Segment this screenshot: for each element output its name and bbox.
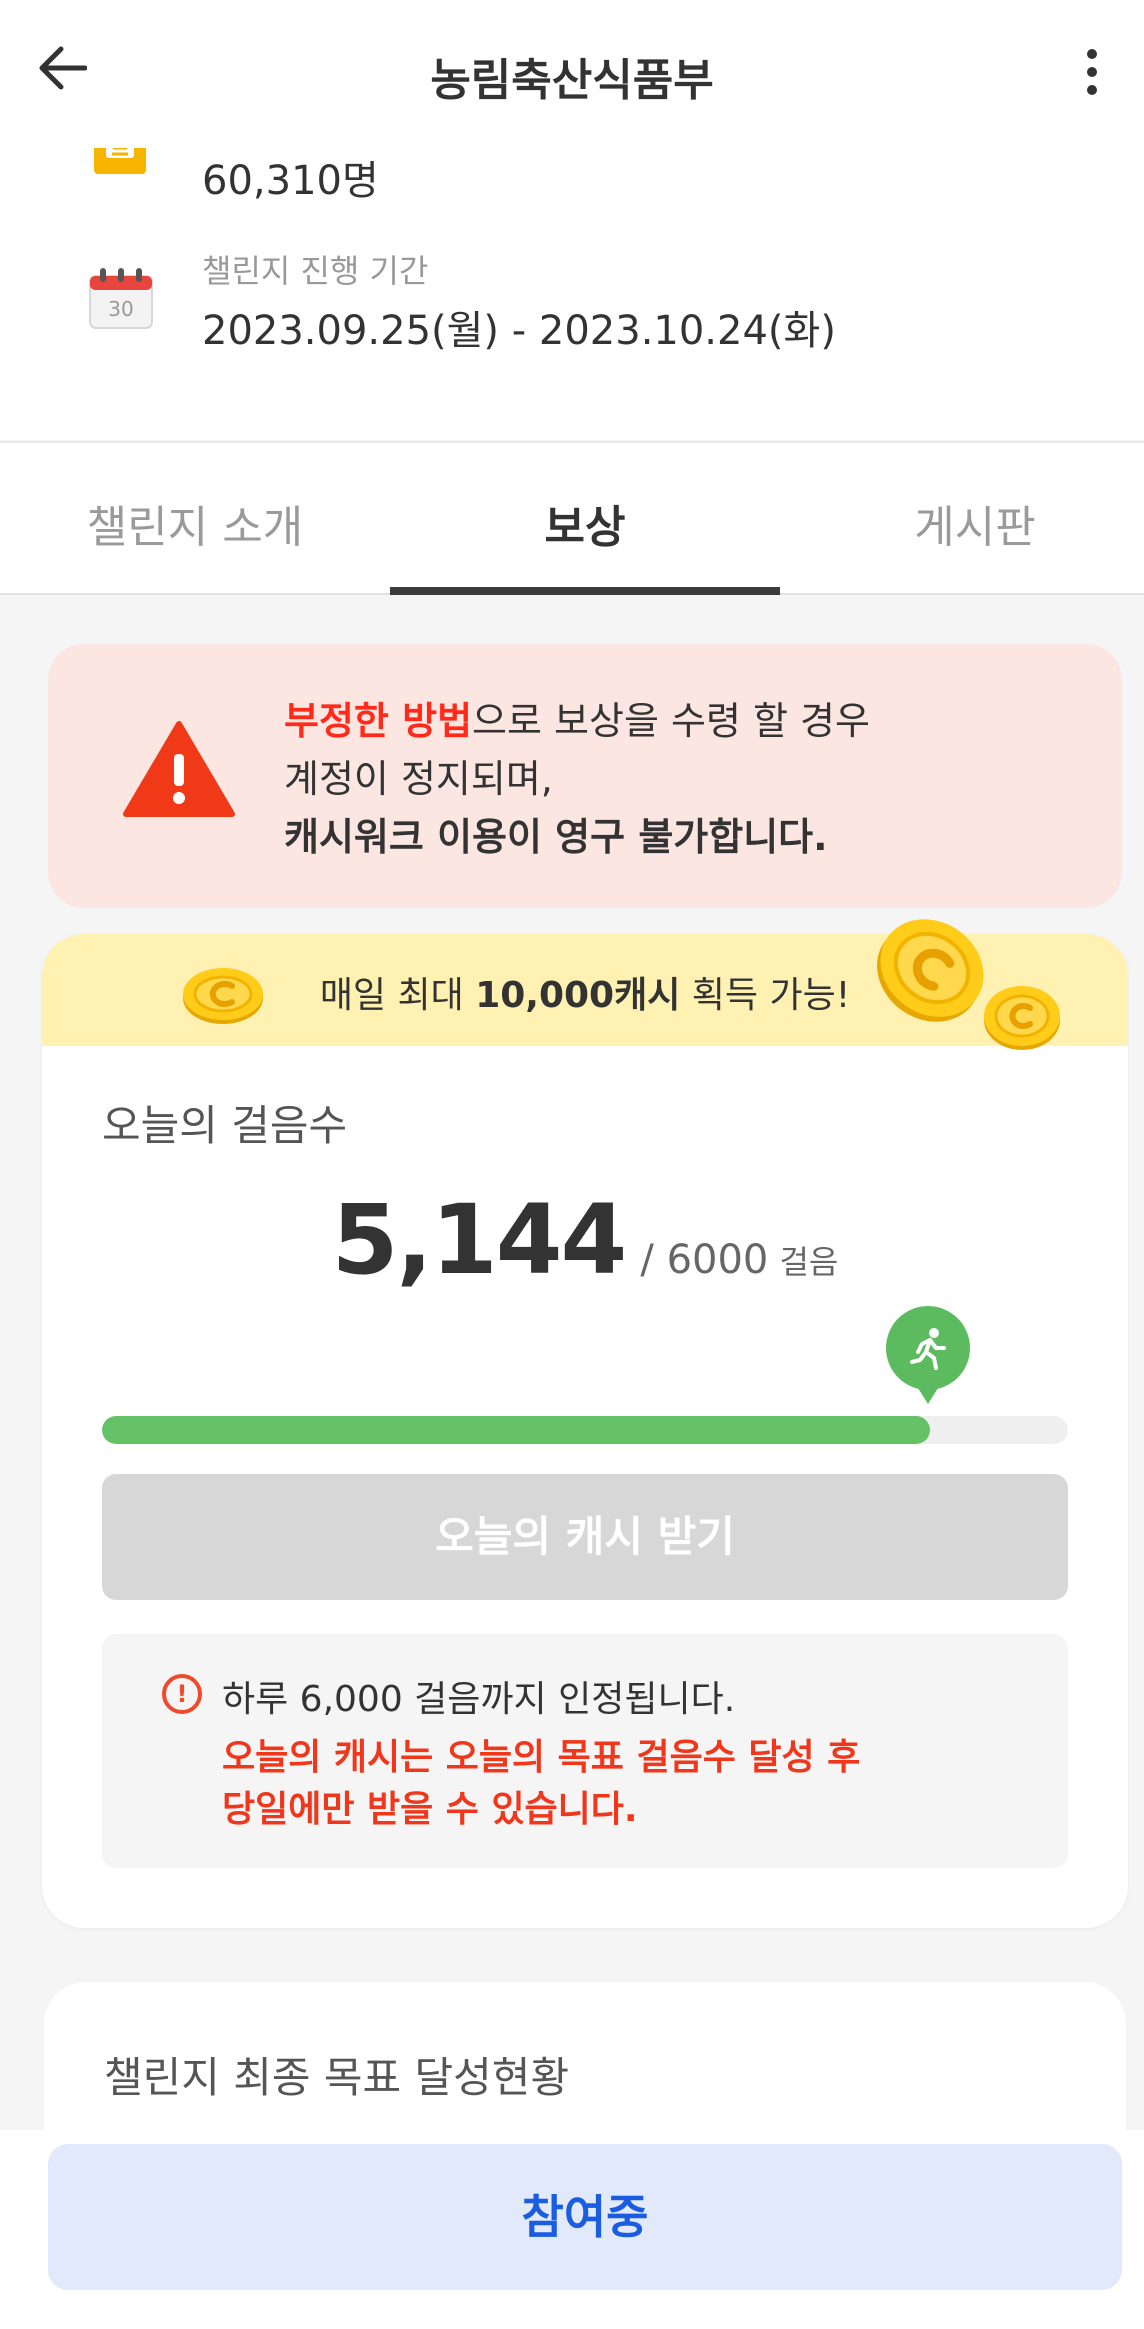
warning-triangle-icon [123,721,235,817]
info-alert-icon: ! [162,1674,202,1714]
runner-badge [886,1306,970,1404]
steps-progress-bar [102,1416,1068,1444]
period-value: 2023.09.25(월) - 2023.10.24(화) [202,308,836,354]
calendar-day: 30 [108,297,133,321]
active-tab-indicator [390,587,780,595]
tab-reward[interactable]: 보상 [390,491,780,555]
warning-line-1-rest: 으로 보상을 수령 할 경우 [472,699,870,743]
tab-intro[interactable]: 챌린지 소개 [0,491,390,555]
period-label: 챌린지 진행 기간 [202,252,429,290]
fraud-warning: 부정한 방법으로 보상을 수령 할 경우 계정이 정지되며, 캐시워크 이용이 … [48,644,1122,908]
dot-icon [1087,67,1097,77]
steps-notice: ! 하루 6,000 걸음까지 인정됩니다. 오늘의 캐시는 오늘의 목표 걸음… [102,1634,1068,1868]
top-bar: 농림축산식품부 [0,0,1144,148]
steps-unit: 걸음 [779,1243,839,1281]
participants-count: 60,310명 [202,158,379,204]
steps-progress-fill [102,1416,930,1444]
notice-line-2: 오늘의 캐시는 오늘의 목표 걸음수 달성 후 [222,1737,861,1778]
steps-counter: 5,144 / 6000 걸음 [42,1184,1128,1296]
calendar-icon: 30 [89,268,153,329]
warning-line-2: 계정이 정지되며, [284,757,553,801]
dot-icon [1087,85,1097,95]
notice-line-3: 당일에만 받을 수 있습니다. [222,1789,638,1830]
tab-bar: 챌린지 소개 보상 게시판 [0,441,1144,595]
participating-button[interactable]: 참여중 [48,2144,1122,2290]
tab-board[interactable]: 게시판 [780,491,1144,555]
banner-amount: 10,000캐시 [475,975,681,1016]
claim-cash-button[interactable]: 오늘의 캐시 받기 [102,1474,1068,1600]
challenge-info: 60,310명 30 챌린지 진행 기간 2023.09.25(월) - 202… [0,132,1144,440]
bottom-action-bar: 참여중 [0,2130,1144,2329]
steps-value: 5,144 [331,1184,628,1296]
dot-icon [1087,49,1097,59]
notice-line-1: 하루 6,000 걸음까지 인정됩니다. [222,1679,736,1720]
warning-line-3: 캐시워크 이용이 영구 불가합니다. [284,815,828,859]
runner-icon [910,1328,946,1370]
reward-banner: 매일 최대 10,000캐시 획득 가능! [42,919,1128,1050]
warning-line-1: 부정한 방법으로 보상을 수령 할 경우 [284,690,870,745]
banner-suffix: 획득 가능! [680,975,851,1016]
steps-goal: / 6000 [640,1237,769,1283]
warning-highlight: 부정한 방법 [284,699,473,743]
steps-label: 오늘의 걸음수 [102,1101,348,1150]
coin-stack-icon [877,919,1060,1050]
more-options-button[interactable] [1060,40,1124,104]
banner-prefix: 매일 최대 [319,975,476,1016]
daily-reward-card: 매일 최대 10,000캐시 획득 가능! 오늘의 걸음수 5,144 / 60… [42,919,1128,1928]
page-title: 농림축산식품부 [430,55,714,106]
final-goal-title: 챌린지 최종 목표 달성현황 [104,2053,570,2102]
